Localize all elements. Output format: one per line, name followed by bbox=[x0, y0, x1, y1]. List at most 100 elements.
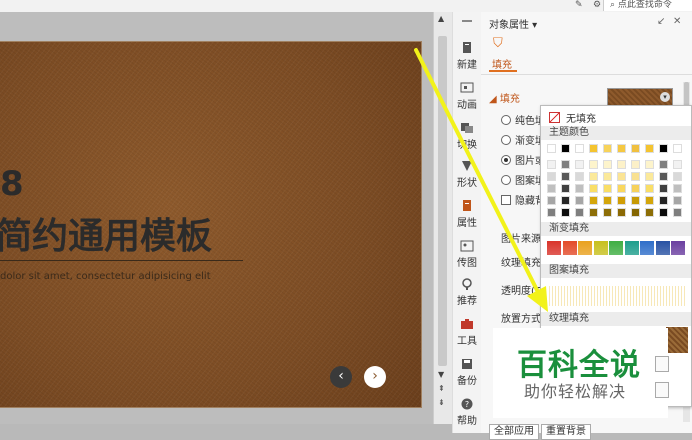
theme-color-swatch[interactable] bbox=[659, 144, 668, 153]
slide[interactable]: 8 简约通用模板 dolor sit amet, consectetur adi… bbox=[0, 42, 421, 407]
theme-color-swatch[interactable] bbox=[631, 208, 640, 217]
theme-color-swatch[interactable] bbox=[547, 172, 556, 181]
tool-toolbox[interactable]: 工具 bbox=[453, 318, 481, 347]
settings-icon[interactable]: ⚙ bbox=[593, 0, 601, 10]
theme-color-swatch[interactable] bbox=[589, 172, 598, 181]
theme-color-swatch[interactable] bbox=[659, 196, 668, 205]
tool-backup[interactable]: 备份 bbox=[453, 358, 481, 387]
theme-color-swatch[interactable] bbox=[659, 160, 668, 169]
theme-color-swatch[interactable] bbox=[617, 184, 626, 193]
theme-color-swatch[interactable] bbox=[673, 208, 682, 217]
radio-selected[interactable] bbox=[501, 155, 511, 165]
tool-shape[interactable]: 形状 bbox=[453, 160, 481, 189]
gradient-swatch[interactable] bbox=[609, 241, 623, 255]
theme-color-swatch[interactable] bbox=[673, 160, 682, 169]
radio[interactable] bbox=[501, 135, 511, 145]
theme-color-swatch[interactable] bbox=[617, 160, 626, 169]
theme-color-swatch[interactable] bbox=[589, 144, 598, 153]
theme-color-swatch[interactable] bbox=[617, 172, 626, 181]
gradient-swatch[interactable] bbox=[578, 241, 592, 255]
theme-color-swatch[interactable] bbox=[575, 184, 584, 193]
theme-color-swatch[interactable] bbox=[603, 208, 612, 217]
theme-color-swatch[interactable] bbox=[561, 144, 570, 153]
spin-box[interactable] bbox=[655, 356, 669, 372]
theme-color-swatch[interactable] bbox=[589, 196, 598, 205]
gradient-swatch[interactable] bbox=[593, 241, 608, 255]
theme-color-swatch[interactable] bbox=[617, 144, 626, 153]
theme-color-swatch[interactable] bbox=[589, 208, 598, 217]
theme-color-swatch[interactable] bbox=[645, 208, 654, 217]
next-page-icon[interactable]: ⇟ bbox=[438, 398, 445, 407]
theme-color-swatch[interactable] bbox=[673, 196, 682, 205]
scrollbar-thumb[interactable] bbox=[438, 36, 447, 366]
theme-color-swatch[interactable] bbox=[561, 196, 570, 205]
theme-color-swatch[interactable] bbox=[617, 196, 626, 205]
command-search-input[interactable]: ⌕ 点此查找命令 bbox=[603, 0, 692, 11]
theme-color-swatch[interactable] bbox=[603, 144, 612, 153]
theme-color-swatch[interactable] bbox=[631, 160, 640, 169]
theme-color-swatch[interactable] bbox=[659, 208, 668, 217]
theme-color-swatch[interactable] bbox=[561, 184, 570, 193]
wrench-icon[interactable]: ✎ bbox=[575, 0, 583, 10]
theme-color-swatch[interactable] bbox=[575, 196, 584, 205]
tool-recommend[interactable]: 推荐 bbox=[453, 278, 481, 307]
spin-box[interactable] bbox=[655, 382, 669, 398]
theme-color-swatch[interactable] bbox=[603, 196, 612, 205]
tool-collapse[interactable] bbox=[453, 16, 481, 26]
theme-color-swatch[interactable] bbox=[561, 160, 570, 169]
theme-color-swatch[interactable] bbox=[547, 160, 556, 169]
checkbox[interactable] bbox=[501, 195, 511, 205]
theme-color-swatch[interactable] bbox=[631, 144, 640, 153]
slide-subtitle[interactable]: dolor sit amet, consectetur adipisicing … bbox=[0, 271, 211, 282]
gradient-swatch[interactable] bbox=[624, 241, 639, 255]
tool-help[interactable]: ? 帮助 bbox=[453, 398, 481, 427]
tool-transition[interactable]: 切换 bbox=[453, 122, 481, 151]
theme-color-swatch[interactable] bbox=[575, 172, 584, 181]
theme-color-swatch[interactable] bbox=[603, 160, 612, 169]
theme-color-swatch[interactable] bbox=[673, 184, 682, 193]
tool-properties[interactable]: 属性 bbox=[453, 200, 481, 229]
prev-slide-button[interactable]: ‹ bbox=[330, 366, 352, 388]
theme-color-swatch[interactable] bbox=[575, 208, 584, 217]
tool-upload-image[interactable]: 传图 bbox=[453, 240, 481, 269]
next-slide-button[interactable]: › bbox=[364, 366, 386, 388]
panel-title[interactable]: 对象属性 ▾ bbox=[489, 16, 537, 31]
expand-icon[interactable]: ↙ bbox=[657, 16, 665, 27]
gradient-swatch[interactable] bbox=[562, 241, 577, 255]
scroll-down-icon[interactable]: ▼ bbox=[438, 370, 444, 379]
theme-color-swatch[interactable] bbox=[561, 208, 570, 217]
theme-color-swatch[interactable] bbox=[631, 172, 640, 181]
theme-color-swatch[interactable] bbox=[631, 196, 640, 205]
theme-color-swatch[interactable] bbox=[631, 184, 640, 193]
radio[interactable] bbox=[501, 175, 511, 185]
canvas-scrollbar[interactable]: ▲ ▼ ⇞ ⇟ bbox=[433, 12, 453, 424]
theme-color-swatch[interactable] bbox=[561, 172, 570, 181]
prev-page-icon[interactable]: ⇞ bbox=[438, 384, 445, 393]
texture-swatch[interactable] bbox=[666, 327, 688, 353]
theme-color-swatch[interactable] bbox=[673, 172, 682, 181]
theme-color-swatch[interactable] bbox=[645, 160, 654, 169]
theme-color-swatch[interactable] bbox=[547, 196, 556, 205]
theme-color-swatch[interactable] bbox=[673, 144, 682, 153]
theme-color-swatch[interactable] bbox=[645, 196, 654, 205]
theme-color-swatch[interactable] bbox=[659, 172, 668, 181]
theme-color-swatch[interactable] bbox=[603, 172, 612, 181]
theme-color-swatch[interactable] bbox=[547, 184, 556, 193]
scroll-up-icon[interactable]: ▲ bbox=[438, 14, 444, 23]
fill-section-header[interactable]: ◢ 填充 bbox=[489, 90, 520, 105]
apply-all-button[interactable]: 全部应用 bbox=[489, 424, 539, 440]
slide-title[interactable]: 简约通用模板 bbox=[0, 207, 212, 259]
gradient-swatch[interactable] bbox=[655, 241, 670, 255]
gradient-swatch[interactable] bbox=[547, 241, 561, 255]
close-icon[interactable]: ✕ bbox=[673, 16, 681, 27]
pattern-swatch-row[interactable] bbox=[549, 286, 685, 306]
theme-color-swatch[interactable] bbox=[547, 144, 556, 153]
gradient-swatch[interactable] bbox=[640, 241, 654, 255]
theme-color-swatch[interactable] bbox=[589, 184, 598, 193]
theme-color-swatch[interactable] bbox=[645, 144, 654, 153]
theme-color-swatch[interactable] bbox=[603, 184, 612, 193]
theme-color-swatch[interactable] bbox=[547, 208, 556, 217]
tool-new[interactable]: 新建 bbox=[453, 42, 481, 71]
no-fill-option[interactable]: 无填充 bbox=[549, 110, 596, 125]
theme-color-swatch[interactable] bbox=[589, 160, 598, 169]
